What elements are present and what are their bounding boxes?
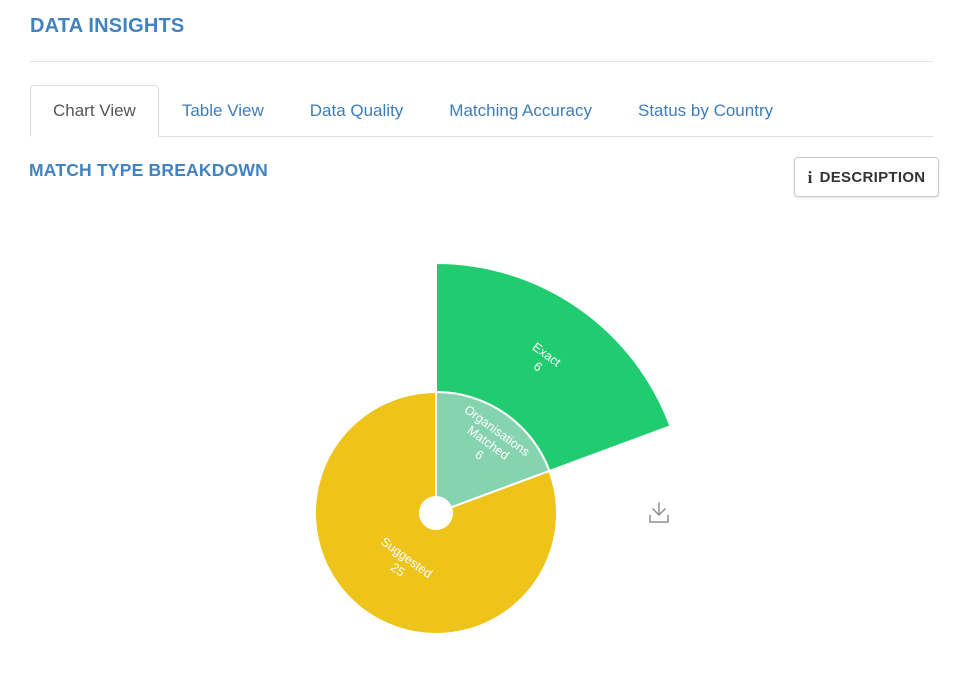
download-icon[interactable] bbox=[646, 500, 672, 526]
match-type-sunburst-chart bbox=[0, 0, 963, 693]
page: { "page": { "title": "DATA INSIGHTS" }, … bbox=[0, 0, 963, 693]
